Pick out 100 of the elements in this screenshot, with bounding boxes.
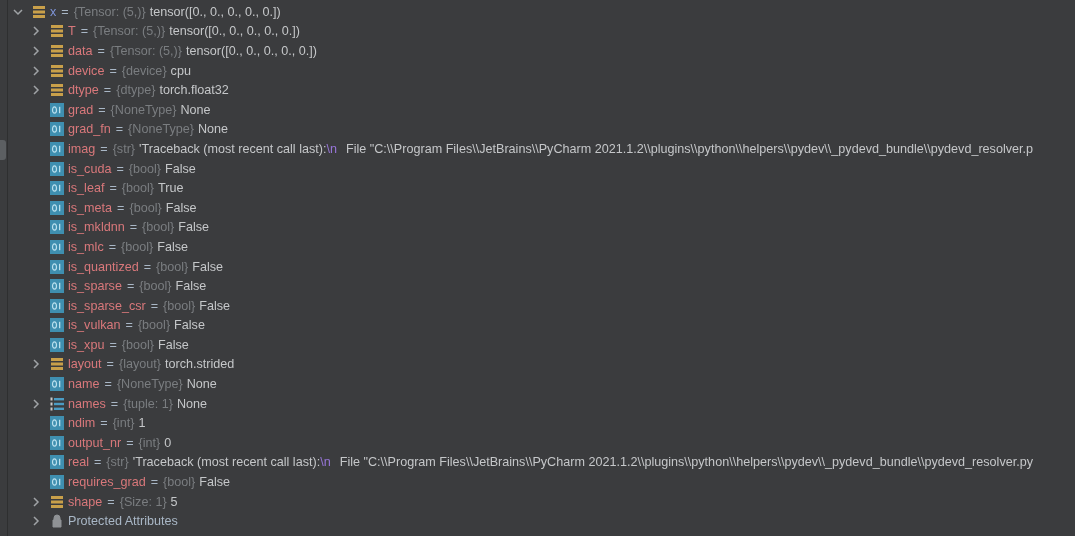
variable-type: {NoneType}: [110, 102, 177, 117]
field-icon: [50, 200, 64, 215]
equals-sign: =: [143, 259, 152, 274]
field-icon: [50, 279, 64, 294]
equals-sign: =: [104, 377, 112, 392]
stack-icon: [50, 357, 64, 372]
variable-value: tensor([0., 0., 0., 0., 0.]): [186, 44, 317, 58]
variable-name: is_leaf: [68, 181, 105, 196]
field-icon: [50, 122, 64, 137]
expand-chevron-icon[interactable]: [30, 84, 42, 97]
equals-sign: =: [126, 435, 134, 450]
equals-sign: =: [150, 298, 159, 313]
equals-sign: =: [80, 24, 89, 39]
variable-value: False: [199, 298, 231, 313]
variable-type: {Tensor: (5,)}: [109, 44, 182, 58]
variable-type: {bool}: [163, 475, 196, 490]
variable-name: shape: [68, 494, 103, 509]
escape-sequence: \n: [320, 455, 331, 470]
variable-type: {bool}: [139, 279, 172, 294]
variable-name: grad_fn: [68, 122, 111, 137]
variable-type: {tuple: 1}: [123, 396, 173, 411]
equals-sign: =: [116, 161, 124, 176]
field-icon: [50, 259, 64, 274]
variable-value: cpu: [170, 63, 191, 78]
variable-name: is_sparse_csr: [68, 298, 146, 313]
equals-sign: =: [103, 83, 112, 98]
field-icon: [50, 455, 64, 470]
field-icon: [50, 435, 64, 450]
variable-value: None: [180, 102, 211, 117]
variable-type: {bool}: [163, 298, 196, 313]
expand-chevron-icon[interactable]: [30, 64, 42, 77]
group-label: Protected Attributes: [68, 514, 178, 529]
variable-type: {str}: [106, 455, 129, 470]
expand-chevron-icon[interactable]: [30, 25, 42, 38]
variable-type: {bool}: [129, 200, 162, 215]
variable-value: tensor([0., 0., 0., 0., 0.]): [149, 4, 281, 19]
variable-value: File "C:\\Program Files\\JetBrains\\PyCharm 2021.1.2\\plugins\\python\\helpers\\pydev\\_pydevd_bundle\\pydevd_resolver.py: [339, 455, 1033, 470]
variable-value: True: [158, 181, 184, 196]
variable-name: name: [68, 377, 100, 392]
escape-sequence: \n: [326, 141, 337, 156]
field-icon: [50, 181, 64, 196]
variable-value: False: [175, 279, 207, 294]
variable-name: is_sparse: [68, 279, 122, 294]
variable-name: imag: [68, 141, 96, 156]
field-icon: [50, 102, 64, 117]
variable-name: is_xpu: [68, 337, 105, 352]
field-icon: [50, 161, 64, 176]
numbered-list-icon: [50, 396, 64, 411]
variable-name: output_nr: [68, 435, 122, 450]
equals-sign: =: [109, 63, 117, 78]
equals-sign: =: [150, 475, 159, 490]
variable-value: 'Traceback (most recent call last):: [132, 455, 321, 470]
equals-sign: =: [107, 494, 115, 509]
variable-type: {bool}: [121, 239, 154, 254]
variable-value: False: [157, 239, 189, 254]
expand-chevron-icon[interactable]: [30, 45, 42, 57]
variable-type: {layout}: [118, 357, 161, 372]
field-icon: [50, 337, 64, 352]
variable-name: T: [68, 24, 76, 39]
variable-value: 0: [164, 435, 172, 450]
field-icon: [50, 239, 64, 254]
stack-icon: [50, 63, 64, 78]
field-icon: [50, 416, 64, 431]
variable-value: None: [186, 377, 217, 392]
equals-sign: =: [126, 279, 135, 294]
field-icon: [50, 220, 64, 235]
variable-name: is_mlc: [68, 239, 104, 254]
variable-value: None: [176, 396, 207, 411]
variable-name: is_quantized: [68, 259, 139, 274]
variable-name: dtype: [68, 83, 99, 98]
stack-icon: [50, 24, 64, 39]
variable-value: False: [174, 318, 205, 333]
equals-sign: =: [94, 455, 102, 470]
expand-chevron-icon[interactable]: [30, 495, 42, 508]
equals-sign: =: [61, 4, 69, 19]
variable-name: is_meta: [68, 200, 113, 215]
variable-name: is_mkldnn: [68, 220, 125, 235]
field-icon: [50, 141, 64, 156]
equals-sign: =: [109, 181, 117, 196]
equals-sign: =: [98, 102, 106, 117]
variable-value: 5: [170, 494, 178, 509]
variable-value: False: [178, 220, 210, 235]
variable-value: torch.float32: [159, 83, 229, 98]
variable-value: False: [165, 161, 196, 176]
variable-value: 'Traceback (most recent call last):: [139, 141, 327, 156]
expand-chevron-icon[interactable]: [30, 358, 42, 371]
variable-name: data: [68, 44, 93, 58]
variable-type: {bool}: [128, 161, 161, 176]
variable-value: 1: [138, 416, 146, 431]
variable-type: {dtype}: [116, 83, 156, 98]
expand-chevron-icon[interactable]: [30, 515, 42, 528]
field-icon: [50, 318, 64, 333]
variable-type: {Size: 1}: [119, 494, 167, 509]
field-icon: [50, 475, 64, 490]
variable-type: {bool}: [121, 337, 154, 352]
variable-name: device: [68, 63, 105, 78]
expand-chevron-icon[interactable]: [30, 397, 42, 410]
variable-value: False: [199, 475, 231, 490]
variable-value: File "C:\\Program Files\\JetBrains\\PyCharm 2021.1.2\\plugins\\python\\helpers\\pydev\\_pydevd_bundle\\pydevd_resolver.p: [346, 141, 1033, 156]
variable-name: ndim: [68, 416, 96, 431]
